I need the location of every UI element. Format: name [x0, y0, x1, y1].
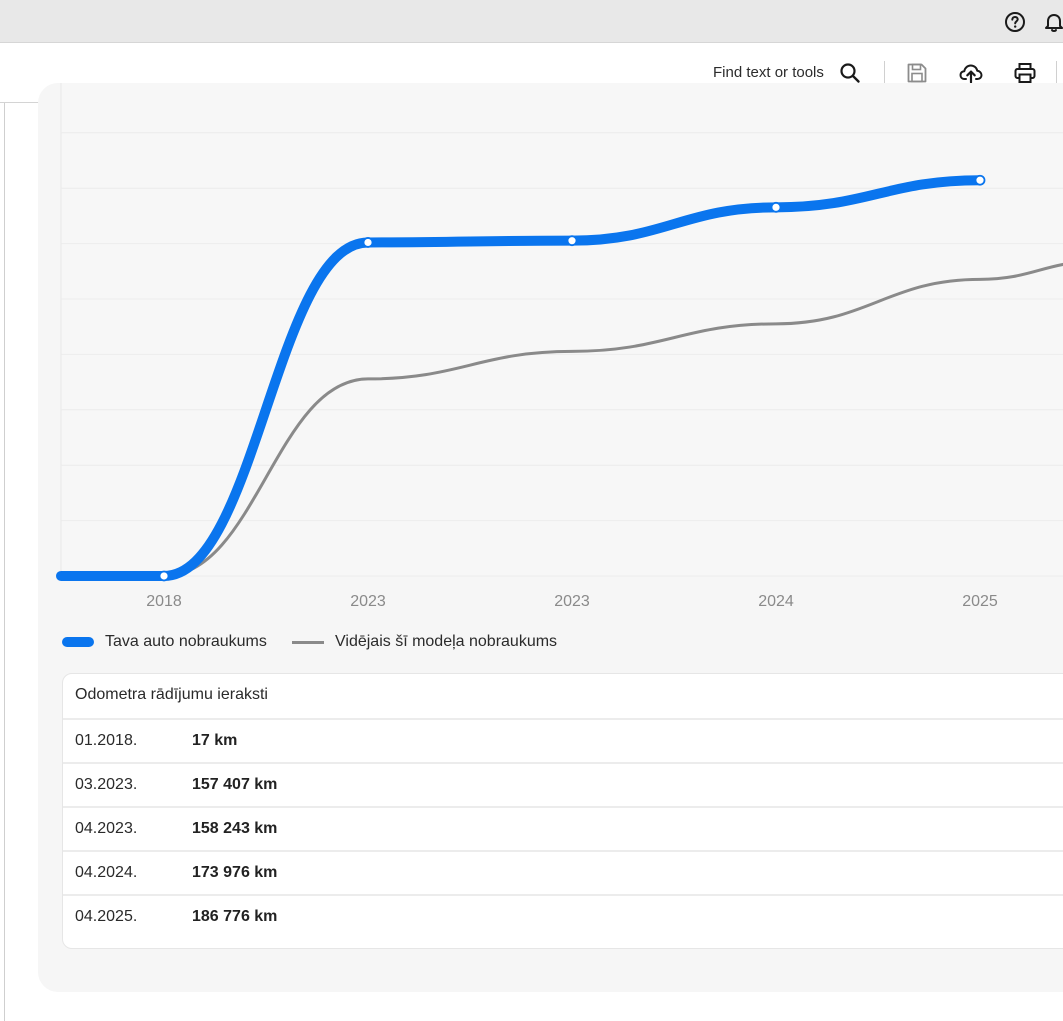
find-text-or-tools[interactable]: Find text or tools [713, 64, 824, 81]
document-view: 2018 2023 2023 2024 2025 Tava auto nobraukum… [0, 83, 1063, 1021]
toolbar-divider [1056, 61, 1057, 85]
record-date: 04.2024. [75, 864, 138, 881]
odometer-records-table: Odometra rādījumu ieraksti 01.2018. 17 k… [62, 673, 1063, 949]
table-row: 04.2025. 186 776 km [63, 894, 1063, 938]
record-mileage: 157 407 km [192, 776, 278, 793]
print-icon[interactable] [1013, 61, 1037, 85]
legend-item-model-average[interactable]: Vidējais šī modeļa nobraukums [292, 632, 557, 652]
bell-icon[interactable] [1043, 11, 1063, 33]
record-mileage: 186 776 km [192, 908, 278, 925]
x-tick-label: 2025 [962, 593, 998, 610]
search-icon[interactable] [838, 61, 862, 85]
data-point [362, 237, 374, 248]
save-icon[interactable] [905, 61, 929, 85]
record-date: 01.2018. [75, 732, 138, 749]
legend-item-own-car[interactable]: Tava auto nobraukums [62, 632, 267, 652]
record-mileage: 173 976 km [192, 864, 278, 881]
x-tick-label: 2023 [350, 593, 386, 610]
legend-label: Vidējais šī modeļa nobraukums [335, 633, 558, 650]
plot-area [61, 83, 1063, 576]
toolbar-divider [884, 61, 885, 85]
table-row: 04.2024. 173 976 km [63, 850, 1063, 894]
record-date: 04.2023. [75, 820, 138, 837]
mileage-card: 2018 2023 2023 2024 2025 Tava auto nobraukum… [38, 83, 1063, 992]
legend-swatch-model-average [292, 640, 324, 644]
records-title: Odometra rādījumu ieraksti [75, 686, 268, 703]
data-point [566, 235, 578, 247]
record-mileage: 158 243 km [192, 820, 278, 837]
help-circle-icon[interactable] [1004, 11, 1026, 33]
x-tick-label: 2018 [146, 593, 182, 610]
mileage-chart: 2018 2023 2023 2024 2025 [56, 83, 1063, 610]
data-point [770, 201, 782, 213]
pdf-viewer-app: Find text or tools 2018 2023 2023 2024 2… [0, 0, 1063, 1021]
table-row: 01.2018. 17 km [63, 718, 1063, 762]
cloud-upload-icon[interactable] [959, 61, 983, 85]
record-mileage: 17 km [192, 732, 238, 749]
page-edge [4, 103, 5, 1021]
record-date: 03.2023. [75, 776, 138, 793]
x-tick-label: 2024 [758, 593, 794, 610]
data-point [974, 174, 986, 186]
record-date: 04.2025. [75, 908, 138, 925]
top-bar [0, 0, 1063, 43]
table-row: 03.2023. 157 407 km [63, 762, 1063, 806]
data-point [158, 570, 170, 582]
legend-label: Tava auto nobraukums [105, 633, 267, 650]
legend-swatch-own-car [62, 637, 94, 647]
table-row: 04.2023. 158 243 km [63, 806, 1063, 850]
x-tick-label: 2023 [554, 593, 590, 610]
